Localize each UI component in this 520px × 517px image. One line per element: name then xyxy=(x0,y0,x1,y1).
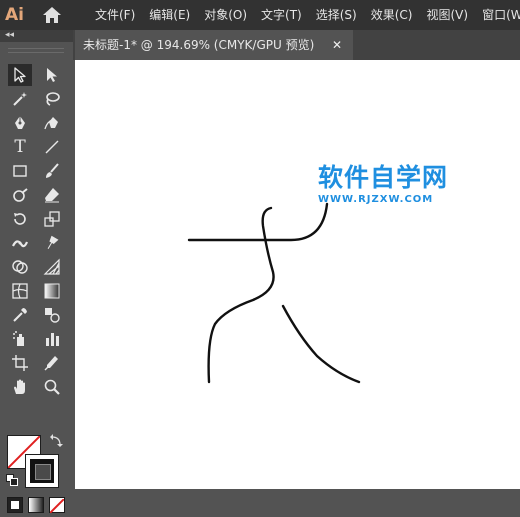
menu-type[interactable]: 文字(T) xyxy=(256,0,307,30)
document-tab-title: 未标题-1* @ 194.69% (CMYK/GPU 预览) xyxy=(83,38,315,52)
direct-selection-tool-icon[interactable] xyxy=(40,64,64,86)
menu-effect[interactable]: 效果(C) xyxy=(366,0,418,30)
blend-tool-icon[interactable] xyxy=(40,304,64,326)
watermark-url: WWW.RJZXW.COM xyxy=(318,194,434,205)
mesh-tool-icon[interactable] xyxy=(8,280,32,302)
shaper-tool-icon[interactable] xyxy=(8,184,32,206)
menu-file[interactable]: 文件(F) xyxy=(90,0,140,30)
scale-tool-icon[interactable] xyxy=(40,208,64,230)
drawn-path-right-stroke[interactable] xyxy=(281,304,361,384)
lasso-tool-icon[interactable] xyxy=(40,88,64,110)
menu-bar: Ai 文件(F) 编辑(E) 对象(O) 文字(T) 选择(S) 效果(C) 视… xyxy=(0,0,520,30)
document-tab-bar: 未标题-1* @ 194.69% (CMYK/GPU 预览) ✕ xyxy=(73,30,520,60)
selection-tool-icon[interactable] xyxy=(8,64,32,86)
swap-fill-stroke-icon[interactable] xyxy=(49,434,63,448)
zoom-tool-icon[interactable] xyxy=(40,376,64,398)
document-tab[interactable]: 未标题-1* @ 194.69% (CMYK/GPU 预览) ✕ xyxy=(75,30,353,60)
menu-view[interactable]: 视图(V) xyxy=(421,0,473,30)
app-logo: Ai xyxy=(5,5,24,25)
rectangle-tool-icon[interactable] xyxy=(8,160,32,182)
default-fill-stroke-icon[interactable] xyxy=(6,474,18,486)
menu-window[interactable]: 窗口(W) xyxy=(477,0,520,30)
eyedropper-tool-icon[interactable] xyxy=(8,304,32,326)
drawn-path-horizontal-stroke[interactable] xyxy=(187,202,329,242)
slice-tool-icon[interactable] xyxy=(40,352,64,374)
watermark: 软件自学网 WWW.RJZXW.COM xyxy=(318,162,468,206)
puppet-warp-tool-icon[interactable] xyxy=(40,232,64,254)
line-segment-tool-icon[interactable] xyxy=(40,136,64,158)
collapse-panel-icon[interactable]: ◂◂ xyxy=(5,29,14,41)
paintbrush-tool-icon[interactable] xyxy=(40,160,64,182)
home-icon[interactable] xyxy=(42,6,62,24)
main-menu: 文件(F) 编辑(E) 对象(O) 文字(T) 选择(S) 效果(C) 视图(V… xyxy=(90,0,520,30)
stroke-color-ring xyxy=(30,459,54,483)
eraser-tool-icon[interactable] xyxy=(40,184,64,206)
watermark-title: 软件自学网 xyxy=(318,163,449,192)
symbol-sprayer-tool-icon[interactable] xyxy=(8,328,32,350)
gradient-mode-button[interactable] xyxy=(28,497,44,513)
menu-edit[interactable]: 编辑(E) xyxy=(144,0,195,30)
panel-grip[interactable] xyxy=(8,48,64,53)
menu-select[interactable]: 选择(S) xyxy=(311,0,362,30)
color-mode-button[interactable] xyxy=(7,497,23,513)
type-tool-glyph: T xyxy=(14,137,26,157)
column-graph-tool-icon[interactable] xyxy=(40,328,64,350)
pen-tool-icon[interactable] xyxy=(8,112,32,134)
drawing-area xyxy=(187,202,361,384)
width-tool-icon[interactable] xyxy=(8,232,32,254)
menu-object[interactable]: 对象(O) xyxy=(199,0,252,30)
magic-wand-tool-icon[interactable] xyxy=(8,88,32,110)
shape-builder-tool-icon[interactable] xyxy=(8,256,32,278)
gradient-tool-icon[interactable] xyxy=(40,280,64,302)
artboard-tool-icon[interactable] xyxy=(8,352,32,374)
tools-panel-header: ◂◂ xyxy=(0,30,73,42)
drawn-path-left-stroke[interactable] xyxy=(207,206,275,384)
none-slash-icon xyxy=(49,498,65,514)
artboard-canvas[interactable]: 软件自学网 WWW.RJZXW.COM xyxy=(75,60,520,489)
tools-panel: ◂◂ T xyxy=(0,30,73,514)
none-mode-button[interactable] xyxy=(49,497,65,514)
perspective-grid-tool-icon[interactable] xyxy=(40,256,64,278)
close-icon[interactable]: ✕ xyxy=(332,30,342,60)
rotate-tool-icon[interactable] xyxy=(8,208,32,230)
curvature-tool-icon[interactable] xyxy=(40,112,64,134)
stroke-hollow-center xyxy=(35,464,51,480)
type-tool-icon[interactable]: T xyxy=(8,136,32,158)
color-mode-icon xyxy=(11,501,19,509)
hand-tool-icon[interactable] xyxy=(8,376,32,398)
stroke-color-swatch[interactable] xyxy=(25,454,59,488)
